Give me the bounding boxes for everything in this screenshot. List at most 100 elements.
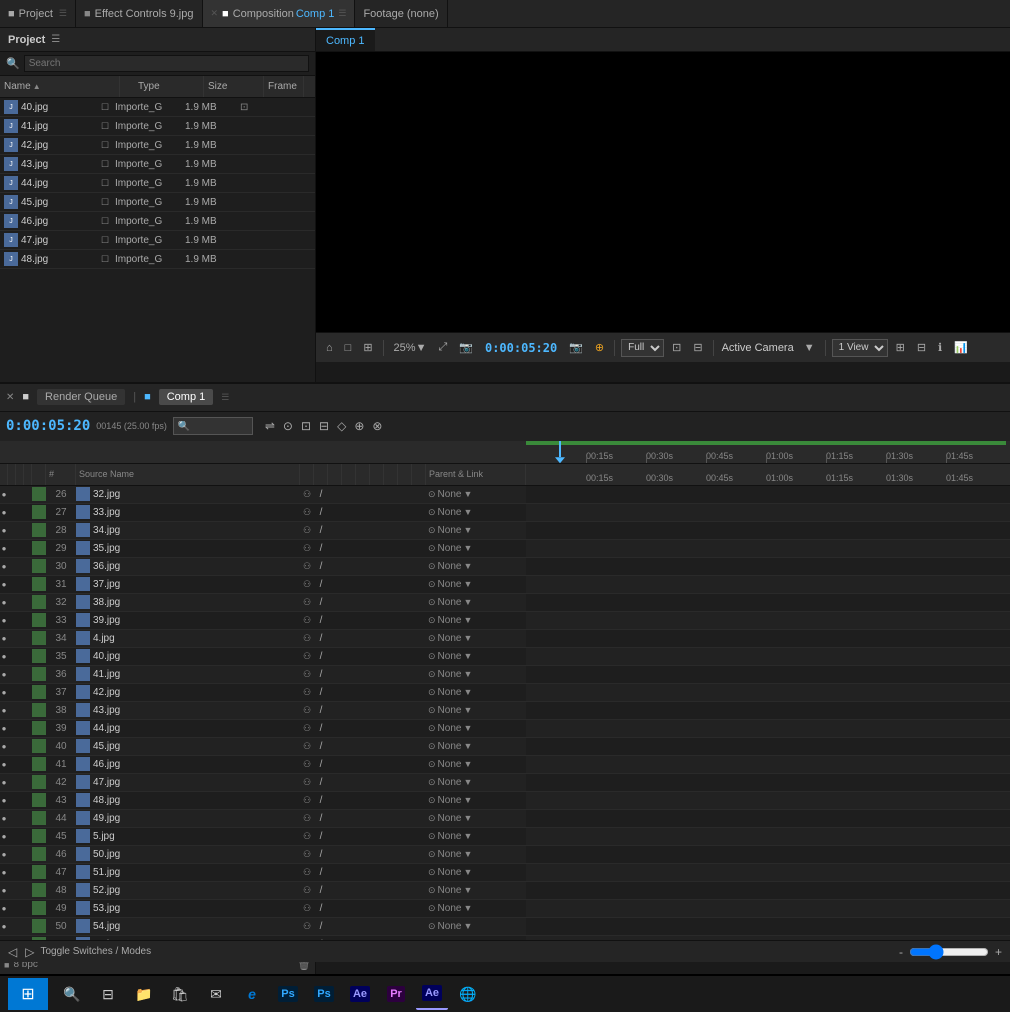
chrome-btn[interactable]: 🌐	[452, 978, 484, 1010]
timeline-tool-2[interactable]: ⊙	[281, 417, 295, 435]
file-row[interactable]: J 40.jpg ☐ Importe_G 1.9 MB ⊡	[0, 98, 315, 117]
switch-pencil[interactable]: /	[314, 921, 328, 932]
layer-row[interactable]: ● 34 4.jpg ⚇ / ⊙ None ▼	[0, 630, 526, 648]
switch-pencil[interactable]: /	[314, 525, 328, 536]
comp-tab-comp1[interactable]: Comp 1	[316, 28, 375, 51]
switch-pencil[interactable]: /	[314, 543, 328, 554]
switch-person[interactable]: ⚇	[300, 579, 314, 590]
file-row[interactable]: J 42.jpg ☐ Importe_G 1.9 MB	[0, 136, 315, 155]
switch-person[interactable]: ⚇	[300, 849, 314, 860]
photoshop-cc-btn[interactable]: Ps	[272, 978, 304, 1010]
layer-row[interactable]: ● 36 41.jpg ⚇ / ⊙ None ▼	[0, 666, 526, 684]
eye-icon[interactable]: ●	[0, 886, 8, 895]
layer-row[interactable]: ● 30 36.jpg ⚇ / ⊙ None ▼	[0, 558, 526, 576]
switch-person[interactable]: ⚇	[300, 741, 314, 752]
layer-row[interactable]: ● 38 43.jpg ⚇ / ⊙ None ▼	[0, 702, 526, 720]
timeline-tool-1[interactable]: ⇌	[263, 417, 277, 435]
eye-icon[interactable]: ●	[0, 904, 8, 913]
switch-pencil[interactable]: /	[314, 867, 328, 878]
edge-btn[interactable]: e	[236, 978, 268, 1010]
timeline-tool-3[interactable]: ⊡	[299, 417, 313, 435]
switch-pencil[interactable]: /	[314, 687, 328, 698]
switch-pencil[interactable]: /	[314, 489, 328, 500]
eye-icon[interactable]: ●	[0, 634, 8, 643]
tab-composition[interactable]: ✕ ■ Composition Comp 1 ☰	[203, 0, 356, 27]
eye-icon[interactable]: ●	[0, 778, 8, 787]
photoshop-btn[interactable]: Ps	[308, 978, 340, 1010]
layer-row[interactable]: ● 44 49.jpg ⚇ / ⊙ None ▼	[0, 810, 526, 828]
file-row[interactable]: J 44.jpg ☐ Importe_G 1.9 MB	[0, 174, 315, 193]
switch-pencil[interactable]: /	[314, 795, 328, 806]
view-select[interactable]: 1 View	[832, 339, 888, 357]
switch-pencil[interactable]: /	[314, 723, 328, 734]
switch-pencil[interactable]: /	[314, 705, 328, 716]
switch-pencil[interactable]: /	[314, 777, 328, 788]
layer-row[interactable]: ● 35 40.jpg ⚇ / ⊙ None ▼	[0, 648, 526, 666]
scroll-right-btn[interactable]: ▷	[23, 943, 36, 961]
eye-icon[interactable]: ●	[0, 544, 8, 553]
file-row[interactable]: J 45.jpg ☐ Importe_G 1.9 MB	[0, 193, 315, 212]
switch-person[interactable]: ⚇	[300, 885, 314, 896]
timeline-tool-6[interactable]: ⊕	[352, 417, 366, 435]
layer-row[interactable]: ● 31 37.jpg ⚇ / ⊙ None ▼	[0, 576, 526, 594]
layer-row[interactable]: ● 48 52.jpg ⚇ / ⊙ None ▼	[0, 882, 526, 900]
switch-pencil[interactable]: /	[314, 759, 328, 770]
file-row[interactable]: J 43.jpg ☐ Importe_G 1.9 MB	[0, 155, 315, 174]
tab-comp1[interactable]: Comp 1	[159, 389, 214, 405]
eye-icon[interactable]: ●	[0, 760, 8, 769]
layer-row[interactable]: ● 47 51.jpg ⚇ / ⊙ None ▼	[0, 864, 526, 882]
render-queue-close[interactable]: ✕	[6, 392, 14, 403]
switch-person[interactable]: ⚇	[300, 615, 314, 626]
eye-icon[interactable]: ●	[0, 814, 8, 823]
search-btn[interactable]: 🔍	[56, 978, 88, 1010]
switch-person[interactable]: ⚇	[300, 831, 314, 842]
layer-row[interactable]: ● 46 50.jpg ⚇ / ⊙ None ▼	[0, 846, 526, 864]
switch-person[interactable]: ⚇	[300, 759, 314, 770]
tab-project[interactable]: ■ Project ☰	[0, 0, 76, 27]
zoom-out-btn[interactable]: -	[897, 943, 905, 961]
file-row[interactable]: J 48.jpg ☐ Importe_G 1.9 MB	[0, 250, 315, 269]
layer-row[interactable]: ● 50 54.jpg ⚇ / ⊙ None ▼	[0, 918, 526, 936]
viewer-home-btn[interactable]: ⌂	[322, 340, 337, 356]
switch-person[interactable]: ⚇	[300, 795, 314, 806]
switch-person[interactable]: ⚇	[300, 669, 314, 680]
switch-person[interactable]: ⚇	[300, 813, 314, 824]
switch-pencil[interactable]: /	[314, 813, 328, 824]
switch-pencil[interactable]: /	[314, 903, 328, 914]
zoom-slider[interactable]	[909, 944, 989, 960]
eye-icon[interactable]: ●	[0, 616, 8, 625]
switch-person[interactable]: ⚇	[300, 525, 314, 536]
eye-icon[interactable]: ●	[0, 670, 8, 679]
switch-pencil[interactable]: /	[314, 669, 328, 680]
col-type-header[interactable]: Type	[134, 76, 204, 97]
layer-row[interactable]: ● 27 33.jpg ⚇ / ⊙ None ▼	[0, 504, 526, 522]
playhead-marker[interactable]	[554, 441, 566, 463]
col-name-header[interactable]: Name ▲	[0, 76, 120, 97]
switch-person[interactable]: ⚇	[300, 651, 314, 662]
eye-icon[interactable]: ●	[0, 832, 8, 841]
snapshot-btn[interactable]: 📷	[455, 339, 477, 356]
eye-icon[interactable]: ●	[0, 580, 8, 589]
col-size-header[interactable]: Size	[204, 76, 264, 97]
zoom-btn[interactable]: 25%▼	[390, 340, 431, 356]
eye-icon[interactable]: ●	[0, 562, 8, 571]
tab-effect-controls[interactable]: ■ Effect Controls 9.jpg	[76, 0, 203, 27]
eye-icon[interactable]: ●	[0, 706, 8, 715]
layer-search-input[interactable]	[173, 417, 253, 435]
switch-person[interactable]: ⚇	[300, 723, 314, 734]
file-row[interactable]: J 46.jpg ☐ Importe_G 1.9 MB	[0, 212, 315, 231]
layer-row[interactable]: ● 29 35.jpg ⚇ / ⊙ None ▼	[0, 540, 526, 558]
layer-row[interactable]: ● 37 42.jpg ⚇ / ⊙ None ▼	[0, 684, 526, 702]
search-input[interactable]	[24, 55, 309, 72]
eye-icon[interactable]: ●	[0, 652, 8, 661]
switch-person[interactable]: ⚇	[300, 705, 314, 716]
panel-menu-icon[interactable]: ☰	[51, 34, 60, 45]
switch-pencil[interactable]: /	[314, 597, 328, 608]
view-layout-btn[interactable]: ⊞	[892, 339, 909, 356]
store-btn[interactable]: 🛍	[164, 978, 196, 1010]
switch-pencil[interactable]: /	[314, 651, 328, 662]
switch-pencil[interactable]: /	[314, 633, 328, 644]
layer-row[interactable]: ● 42 47.jpg ⚇ / ⊙ None ▼	[0, 774, 526, 792]
timecode-bar[interactable]: 00:15s00:30s00:45s01:00s01:15s01:30s01:4…	[0, 442, 1010, 464]
layer-row[interactable]: ● 28 34.jpg ⚇ / ⊙ None ▼	[0, 522, 526, 540]
